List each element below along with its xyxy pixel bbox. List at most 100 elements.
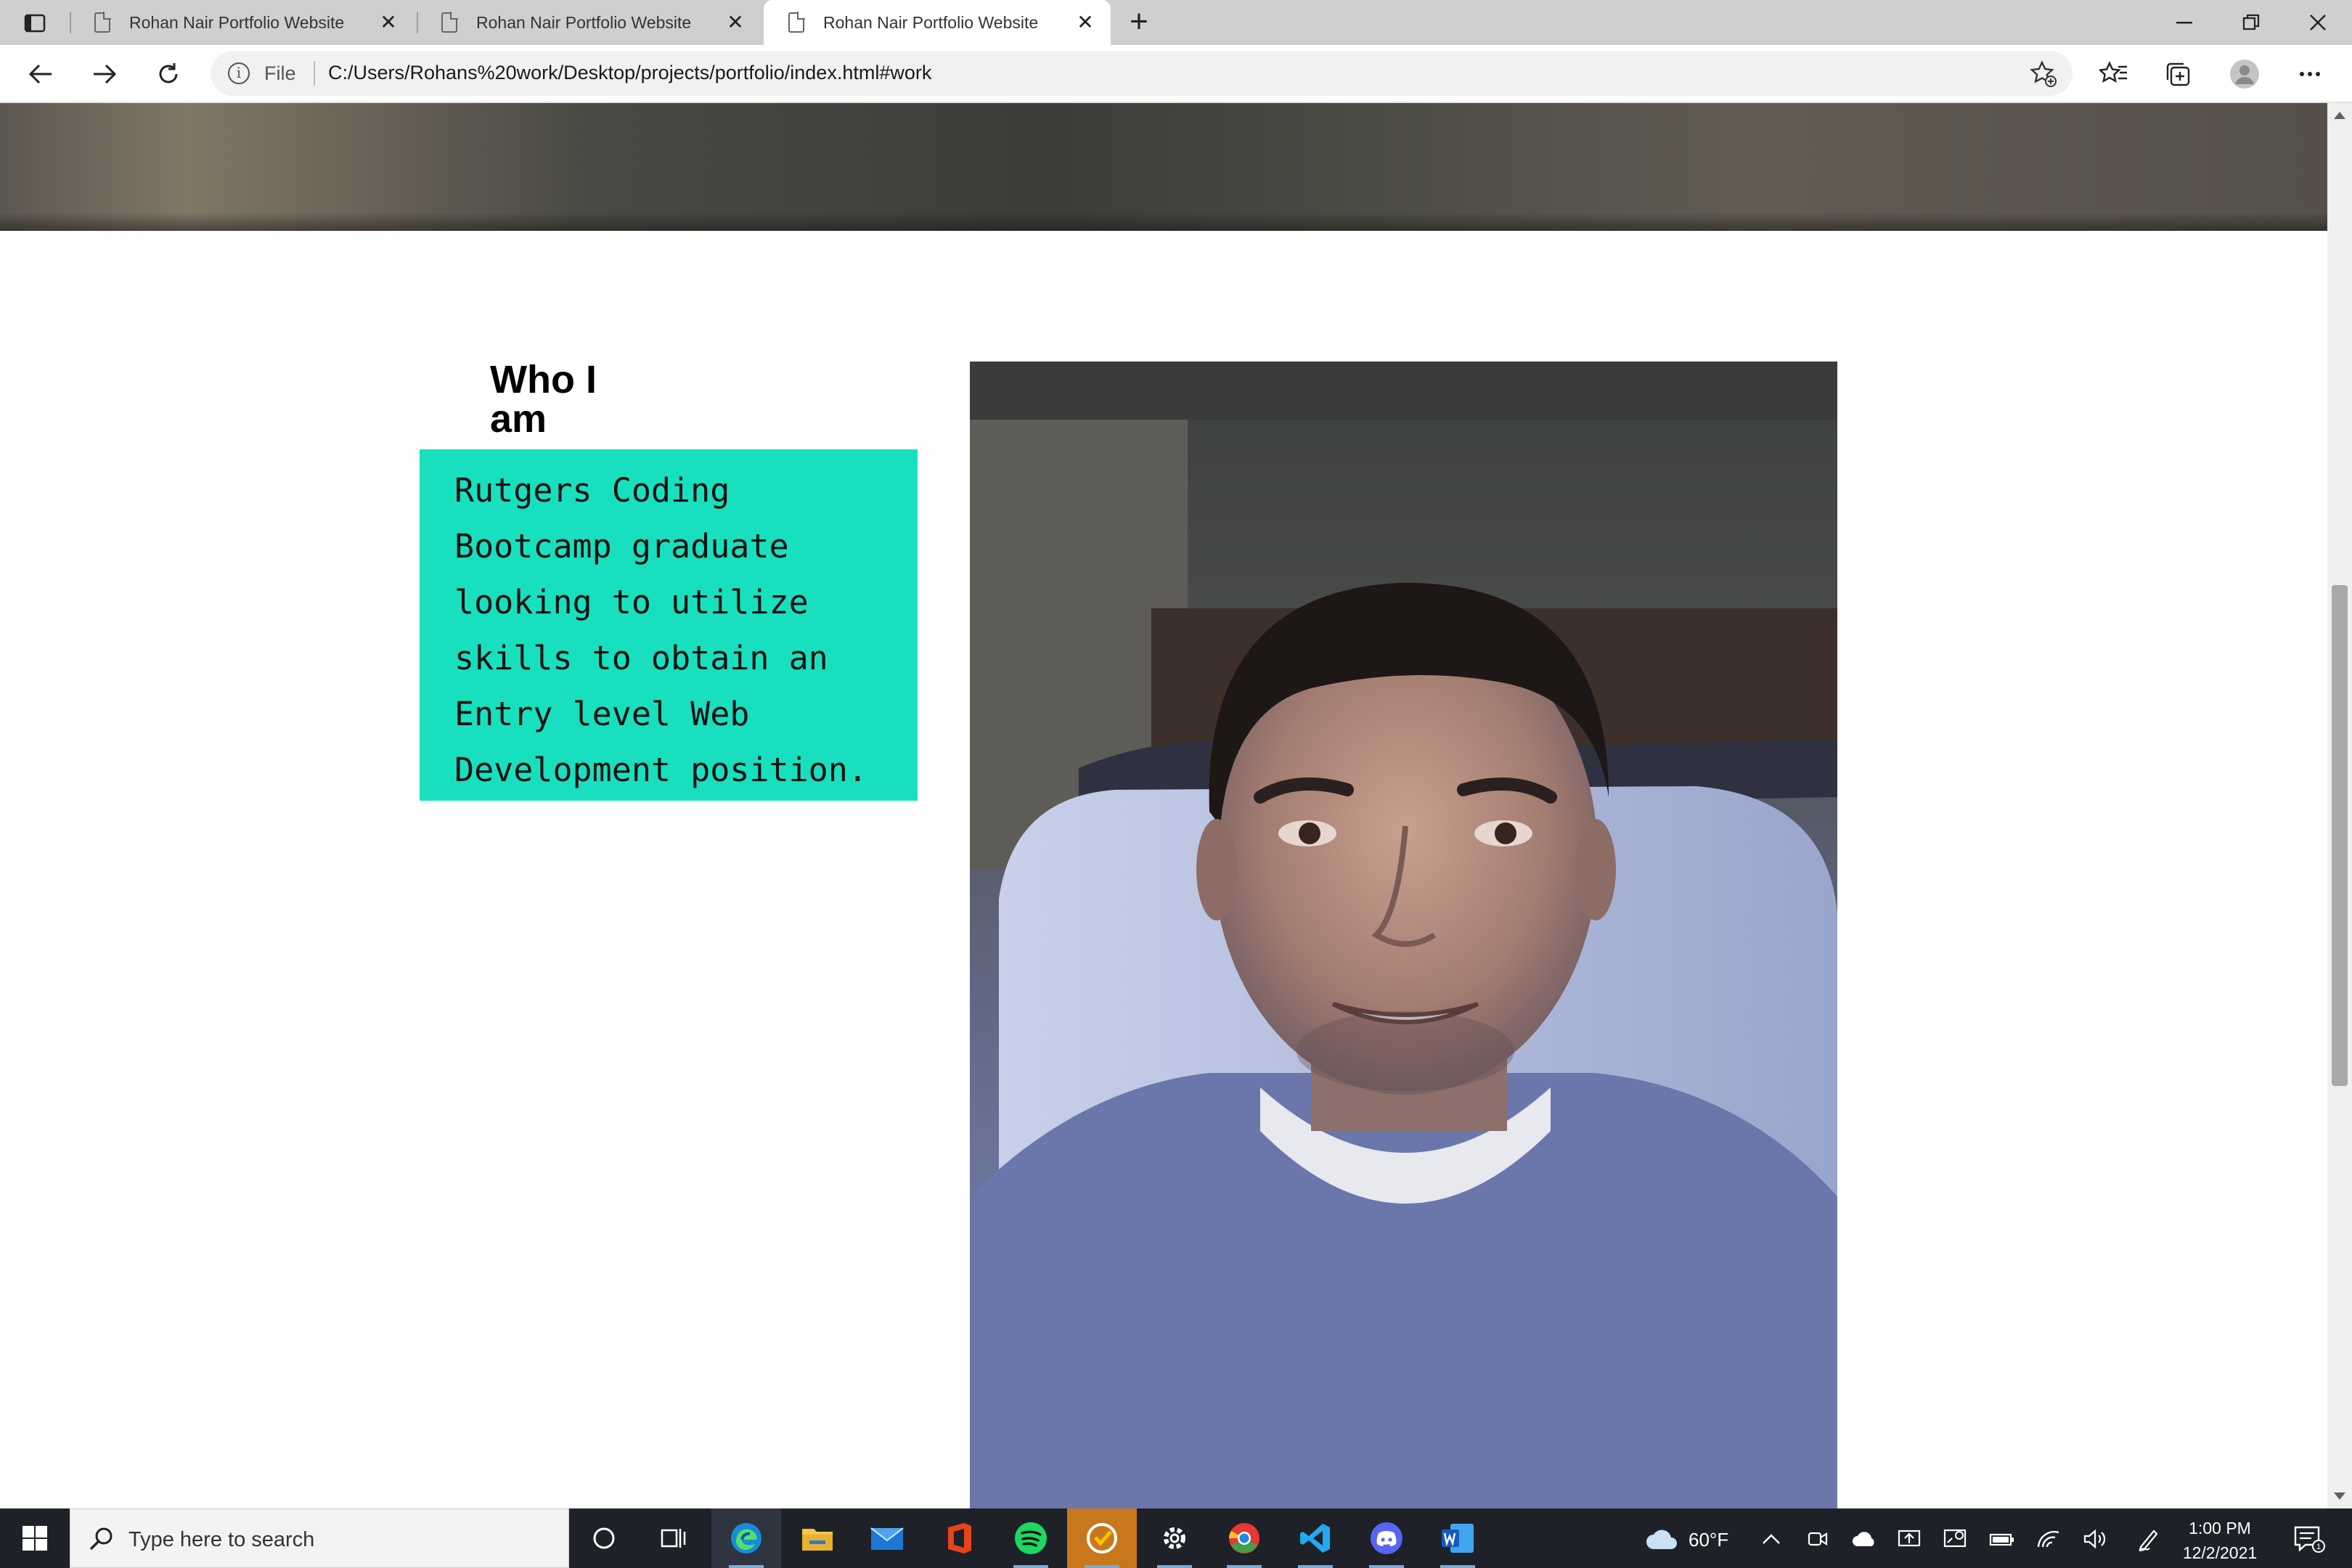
settings-icon	[1164, 1527, 1185, 1549]
tab-actions-button[interactable]	[17, 9, 52, 38]
refresh-button[interactable]	[148, 55, 189, 93]
browser-tab-1[interactable]: Rohan Nair Portfolio Website ✕	[70, 0, 414, 45]
document-icon	[94, 12, 111, 33]
windows-taskbar: Type here to search 60°F 1:00 PM 12/2/20…	[0, 1508, 2352, 1568]
about-box: Rutgers Coding Bootcamp graduate looking…	[420, 449, 918, 801]
chrome-icon	[1229, 1523, 1259, 1553]
spotify-icon	[1015, 1522, 1047, 1554]
browser-tab-3-active[interactable]: Rohan Nair Portfolio Website ✕	[764, 0, 1111, 45]
settings-more-button[interactable]	[2290, 55, 2330, 93]
hero-image	[0, 103, 2327, 231]
spotify-button[interactable]	[996, 1508, 1066, 1568]
vertical-scrollbar[interactable]	[2327, 103, 2352, 1508]
edge-icon	[731, 1523, 761, 1553]
taskbar-search-box[interactable]: Type here to search	[70, 1508, 569, 1568]
navigation-bar: i File C:/Users/Rohans%20work/Desktop/pr…	[0, 45, 2352, 103]
system-clock[interactable]: 1:00 PM 12/2/2021	[2171, 1516, 2269, 1565]
forward-arrow-icon	[94, 64, 117, 84]
scroll-down-icon[interactable]	[2334, 1493, 2345, 1500]
word-icon	[1442, 1524, 1474, 1553]
portrait-illustration	[970, 362, 1837, 1508]
address-bar[interactable]: i File C:/Users/Rohans%20work/Desktop/pr…	[211, 51, 2073, 96]
tab-actions-icon	[24, 14, 46, 33]
clock-date: 12/2/2021	[2182, 1543, 2258, 1562]
profile-button[interactable]	[2224, 55, 2265, 93]
notification-icon: 1	[2294, 1526, 2325, 1553]
mail-button[interactable]	[852, 1508, 922, 1568]
chrome-button[interactable]	[1209, 1508, 1279, 1568]
tab-title: Rohan Nair Portfolio Website	[476, 12, 692, 32]
security-icon[interactable]	[1941, 1526, 1970, 1552]
file-explorer-icon	[802, 1529, 833, 1551]
restore-button[interactable]	[2218, 0, 2284, 45]
refresh-icon	[159, 63, 178, 83]
norton-icon	[1087, 1523, 1117, 1553]
task-view-button[interactable]	[639, 1508, 709, 1568]
back-button[interactable]	[20, 55, 61, 93]
task-view-icon	[661, 1529, 686, 1548]
more-dots-icon	[2300, 72, 2320, 76]
minimize-icon	[2176, 22, 2192, 24]
windows-logo-icon	[23, 1526, 47, 1551]
vscode-button[interactable]	[1281, 1508, 1350, 1568]
new-tab-button[interactable]: +	[1121, 4, 1157, 41]
office-button[interactable]	[925, 1508, 995, 1568]
clock-time: 1:00 PM	[2189, 1519, 2251, 1538]
favorites-button[interactable]	[2094, 55, 2134, 93]
scroll-thumb[interactable]	[2332, 585, 2348, 1086]
wifi-icon[interactable]	[2034, 1526, 2063, 1552]
office-icon	[948, 1523, 971, 1553]
about-text: Rutgers Coding Bootcamp graduate looking…	[454, 471, 867, 789]
edge-taskbar-button[interactable]	[711, 1508, 781, 1568]
browser-tab-2[interactable]: Rohan Nair Portfolio Website ✕	[417, 0, 761, 45]
battery-icon[interactable]	[1988, 1526, 2017, 1552]
favorites-icon	[2099, 61, 2127, 83]
pen-ink-icon[interactable]	[2134, 1526, 2163, 1552]
weather-temperature[interactable]: 60°F	[1689, 1529, 1728, 1551]
back-arrow-icon	[28, 64, 52, 84]
forward-button[interactable]	[84, 55, 125, 93]
notification-count: 1	[2316, 1543, 2321, 1551]
norton-button[interactable]	[1067, 1508, 1137, 1568]
add-favorite-icon[interactable]	[2029, 60, 2058, 89]
file-explorer-button[interactable]	[783, 1508, 852, 1568]
close-tab-icon[interactable]: ✕	[1074, 12, 1096, 33]
start-button[interactable]	[0, 1508, 70, 1568]
discord-button[interactable]	[1352, 1508, 1421, 1568]
document-icon	[441, 12, 458, 33]
collections-button[interactable]	[2157, 55, 2198, 93]
url-text[interactable]: C:/Users/Rohans%20work/Desktop/projects/…	[328, 62, 931, 84]
meet-now-icon[interactable]	[1803, 1526, 1832, 1552]
vscode-icon	[1300, 1524, 1330, 1553]
tab-title: Rohan Nair Portfolio Website	[823, 12, 1039, 32]
tab-title: Rohan Nair Portfolio Website	[129, 12, 345, 32]
settings-button[interactable]	[1140, 1508, 1209, 1568]
search-placeholder: Type here to search	[128, 1528, 315, 1551]
divider	[314, 61, 315, 86]
search-icon	[89, 1527, 113, 1551]
notification-center-button[interactable]: 1	[2291, 1526, 2327, 1553]
show-hidden-icons-icon[interactable]	[1757, 1526, 1786, 1552]
onedrive-icon[interactable]	[1850, 1526, 1879, 1552]
upload-icon[interactable]	[1895, 1526, 1924, 1552]
discord-icon	[1371, 1522, 1402, 1554]
close-icon	[2310, 15, 2326, 30]
restore-icon	[2242, 14, 2260, 30]
close-tab-icon[interactable]: ✕	[724, 12, 746, 33]
mail-icon	[870, 1527, 904, 1550]
close-window-button[interactable]	[2285, 0, 2351, 45]
volume-icon[interactable]	[2081, 1526, 2110, 1552]
close-tab-icon[interactable]: ✕	[377, 12, 399, 33]
tab-bar: Rohan Nair Portfolio Website ✕ Rohan Nai…	[0, 0, 2352, 45]
collections-icon	[2166, 62, 2190, 86]
avatar-icon	[2230, 60, 2259, 89]
word-button[interactable]	[1423, 1508, 1493, 1568]
profile-photo	[970, 362, 1837, 1508]
cortana-button[interactable]	[569, 1508, 639, 1568]
site-info-icon[interactable]: i	[228, 62, 250, 84]
weather-cloud-icon[interactable]	[1643, 1526, 1680, 1552]
page-viewport: Who I am Rutgers Coding Bootcamp graduat…	[0, 103, 2327, 1508]
minimize-button[interactable]	[2152, 0, 2217, 45]
about-heading: Who I am	[490, 358, 597, 441]
scroll-up-icon[interactable]	[2334, 112, 2345, 119]
